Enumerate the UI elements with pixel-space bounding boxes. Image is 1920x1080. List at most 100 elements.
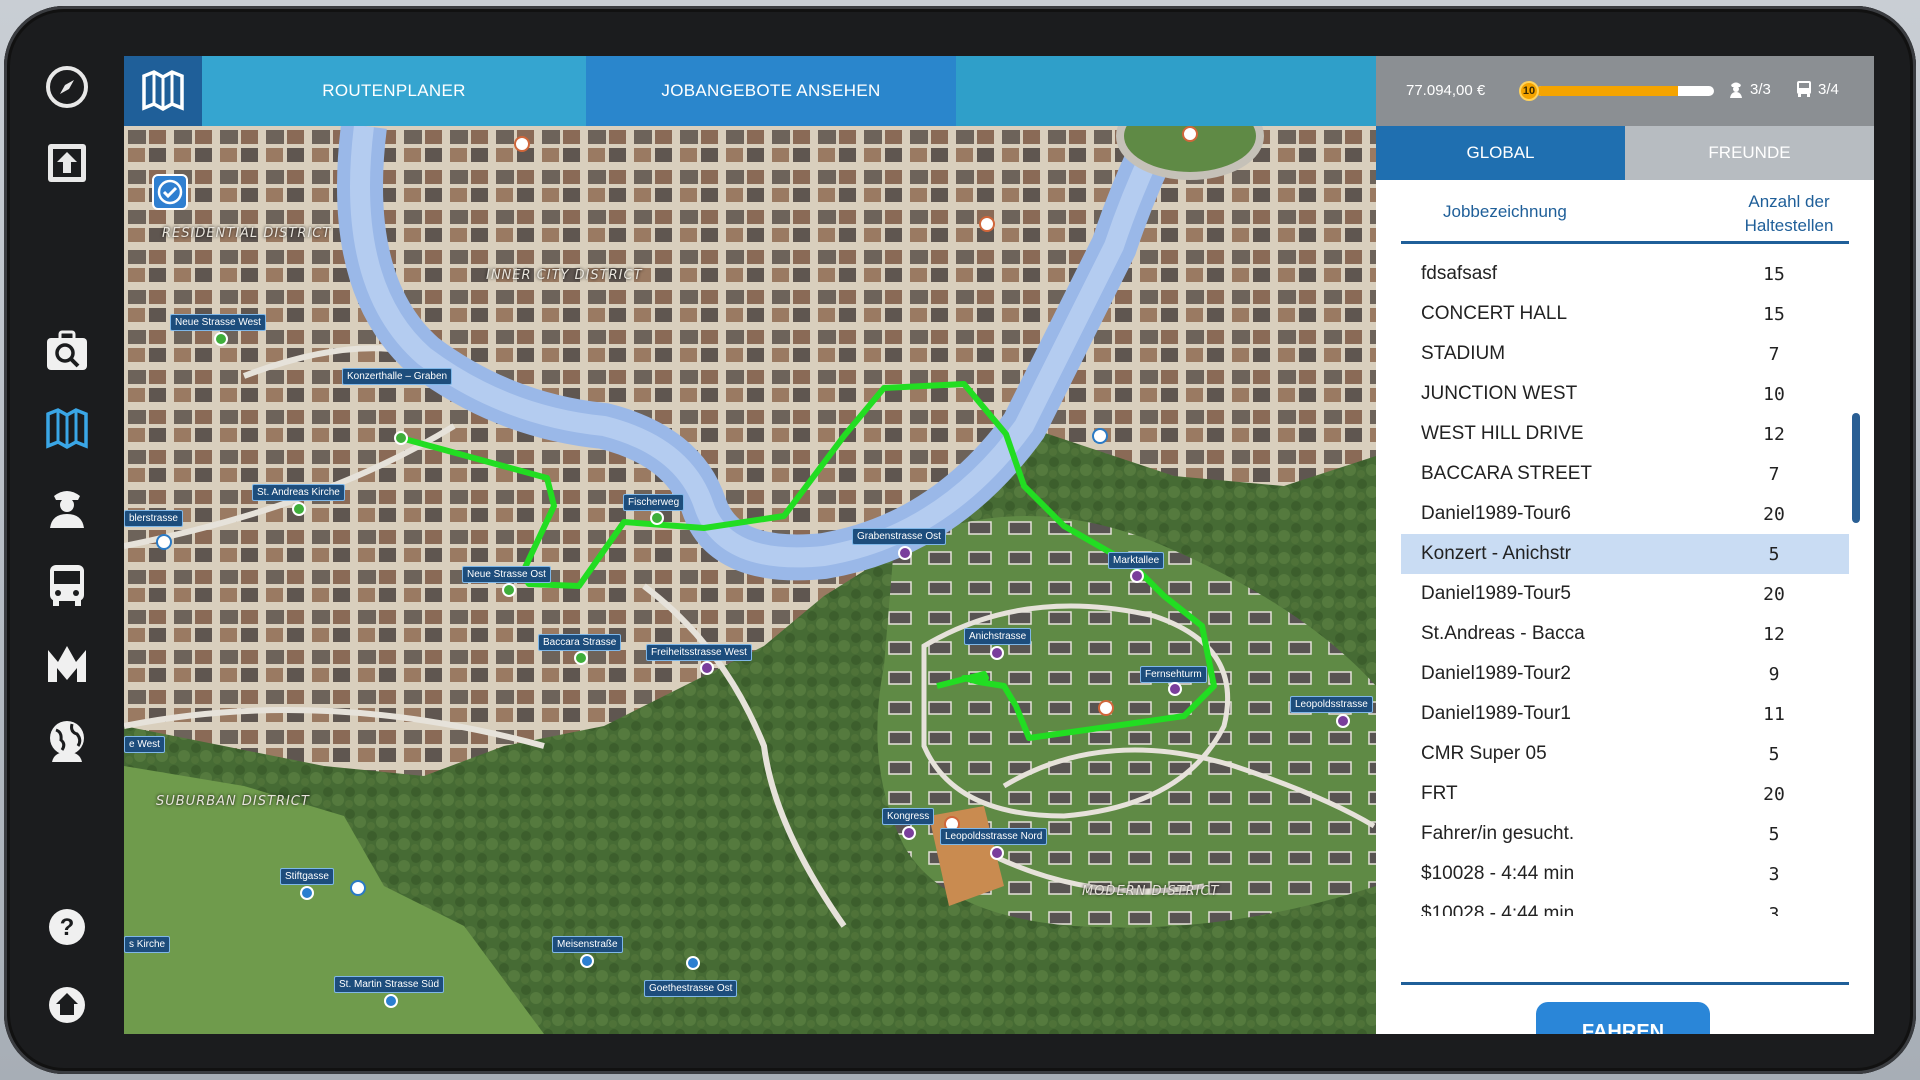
buses-count: 3/4 xyxy=(1818,80,1839,98)
job-list[interactable]: fdsafsasf 15 CONCERT HALL 15 STADIUM 7 JUNCTIO… xyxy=(1401,254,1849,916)
job-row[interactable]: CMR Super 05 5 xyxy=(1401,734,1849,774)
stop-label: blerstrasse xyxy=(124,510,183,527)
city-map[interactable]: RESIDENTIAL DISTRICT INNER CITY DISTRICT… xyxy=(124,126,1376,1034)
job-row[interactable]: Fahrer/in gesucht. 5 xyxy=(1401,814,1849,854)
bus-icon[interactable] xyxy=(42,560,92,610)
tab-routenplaner[interactable]: ROUTENPLANER xyxy=(202,56,586,126)
svg-text:?: ? xyxy=(60,914,75,941)
job-row[interactable]: fdsafsasf 15 xyxy=(1401,254,1849,294)
stop-label: Leopoldsstrasse xyxy=(1290,696,1373,713)
statistics-icon[interactable] xyxy=(42,638,92,688)
bus-stop[interactable] xyxy=(686,956,700,970)
tablet-bezel: ? ROUTENPLANER JOBANGEBOTE ANSEHEN 77.09… xyxy=(4,6,1916,1074)
job-row[interactable]: WEST HILL DRIVE 12 xyxy=(1401,414,1849,454)
job-row[interactable]: $10028 - 4:44 min 3 xyxy=(1401,854,1849,894)
help-icon[interactable]: ? xyxy=(42,902,92,952)
job-row[interactable]: STADIUM 7 xyxy=(1401,334,1849,374)
bus-stop[interactable] xyxy=(300,886,314,900)
poi-marker[interactable] xyxy=(1182,126,1198,142)
job-name: Konzert - Anichstr xyxy=(1421,543,1571,564)
job-row[interactable]: CONCERT HALL 15 xyxy=(1401,294,1849,334)
bus-stop[interactable] xyxy=(700,661,714,675)
bus-stop[interactable] xyxy=(650,511,664,525)
job-list-scrollbar[interactable] xyxy=(1852,413,1860,523)
job-name: Daniel1989-Tour6 xyxy=(1421,503,1571,524)
stop-label: Goethestrasse Ost xyxy=(644,980,738,997)
stop-label: Grabenstrasse Ost xyxy=(852,528,946,545)
bus-depot-icon[interactable] xyxy=(350,880,366,896)
column-header-name[interactable]: Jobbezeichnung xyxy=(1443,202,1567,222)
driver-icon[interactable] xyxy=(42,482,92,532)
compass-icon[interactable] xyxy=(42,62,92,112)
bus-stop[interactable] xyxy=(1130,569,1144,583)
bus-stop[interactable] xyxy=(574,651,588,665)
poi-marker[interactable] xyxy=(979,216,995,232)
stop-label: Anichstrasse xyxy=(964,628,1032,645)
district-label-modern: MODERN DISTRICT xyxy=(1082,884,1220,899)
bus-depot-icon[interactable] xyxy=(156,534,172,550)
fahren-button[interactable]: FAHREN xyxy=(1536,1002,1710,1034)
game-screen: ROUTENPLANER JOBANGEBOTE ANSEHEN 77.094,… xyxy=(124,56,1874,1034)
map-icon[interactable] xyxy=(42,404,92,454)
job-row[interactable]: JUNCTION WEST 10 xyxy=(1401,374,1849,414)
job-row[interactable]: Konzert - Anichstr 5 xyxy=(1401,534,1849,574)
bus-stop[interactable] xyxy=(990,646,1004,660)
job-name: JUNCTION WEST xyxy=(1421,383,1578,404)
job-stop-count: 15 xyxy=(1763,263,1785,285)
job-row[interactable]: Daniel1989-Tour2 9 xyxy=(1401,654,1849,694)
bus-stop[interactable] xyxy=(1168,682,1182,696)
job-stop-count: 11 xyxy=(1763,703,1785,725)
tab-jobangebote[interactable]: JOBANGEBOTE ANSEHEN xyxy=(586,56,956,126)
job-name: FRT xyxy=(1421,783,1458,804)
map-logo-icon[interactable] xyxy=(124,56,202,126)
job-stop-count: 20 xyxy=(1763,583,1785,605)
job-row[interactable]: FRT 20 xyxy=(1401,774,1849,814)
home-icon[interactable] xyxy=(42,980,92,1030)
poi-marker[interactable] xyxy=(1098,700,1114,716)
tab-global[interactable]: GLOBAL xyxy=(1376,126,1625,180)
bus-stop[interactable] xyxy=(990,846,1004,860)
list-divider xyxy=(1401,982,1849,985)
bus-stop[interactable] xyxy=(580,954,594,968)
job-stop-count: 20 xyxy=(1763,783,1785,805)
bus-stop[interactable] xyxy=(292,502,306,516)
job-stop-count: 20 xyxy=(1763,503,1785,525)
job-row[interactable]: Daniel1989-Tour6 20 xyxy=(1401,494,1849,534)
search-job-icon[interactable] xyxy=(42,326,92,376)
bus-small-icon xyxy=(1797,81,1811,97)
bus-stop[interactable] xyxy=(1336,714,1350,728)
stop-label: St. Andreas Kirche xyxy=(252,484,345,501)
district-label-suburban: SUBURBAN DISTRICT xyxy=(156,794,310,809)
bus-stop[interactable] xyxy=(214,332,228,346)
job-row[interactable]: Daniel1989-Tour5 20 xyxy=(1401,574,1849,614)
tab-freunde[interactable]: FREUNDE xyxy=(1625,126,1874,180)
device-frame: ? ROUTENPLANER JOBANGEBOTE ANSEHEN 77.09… xyxy=(0,0,1920,1080)
job-row[interactable]: Daniel1989-Tour1 11 xyxy=(1401,694,1849,734)
stop-label: Leopoldsstrasse Nord xyxy=(940,828,1048,845)
job-stop-count: 7 xyxy=(1768,463,1780,485)
stats-bar: 77.094,00 € 10 3/3 3/4 xyxy=(1376,56,1874,126)
job-row[interactable]: St.Andreas - Bacca 12 xyxy=(1401,614,1849,654)
stop-label: Kongress xyxy=(882,808,935,825)
global-icon[interactable] xyxy=(42,716,92,766)
job-list-header: Jobbezeichnung Anzahl der Haltestellen xyxy=(1401,180,1849,244)
district-label-residential: RESIDENTIAL DISTRICT xyxy=(162,226,332,241)
job-row[interactable]: $10028 - 4:44 min 3 xyxy=(1401,894,1849,916)
job-row[interactable]: BACCARA STREET 7 xyxy=(1401,454,1849,494)
bus-stop[interactable] xyxy=(384,994,398,1008)
metro-icon[interactable] xyxy=(1092,428,1108,444)
filter-check-icon[interactable] xyxy=(152,174,188,210)
bus-stop[interactable] xyxy=(902,826,916,840)
job-stop-count: 5 xyxy=(1768,543,1780,565)
xp-bar xyxy=(1536,86,1714,96)
bus-stop[interactable] xyxy=(898,546,912,560)
bus-stop[interactable] xyxy=(394,431,408,445)
column-header-count[interactable]: Anzahl der Haltestellen xyxy=(1729,190,1849,238)
bus-stop[interactable] xyxy=(502,583,516,597)
job-name: Daniel1989-Tour5 xyxy=(1421,583,1571,604)
district-label-inner-city: INNER CITY DISTRICT xyxy=(486,268,643,283)
money-display: 77.094,00 € xyxy=(1406,82,1486,99)
poi-marker[interactable] xyxy=(514,136,530,152)
job-name: Daniel1989-Tour2 xyxy=(1421,663,1571,684)
export-icon[interactable] xyxy=(42,138,92,188)
